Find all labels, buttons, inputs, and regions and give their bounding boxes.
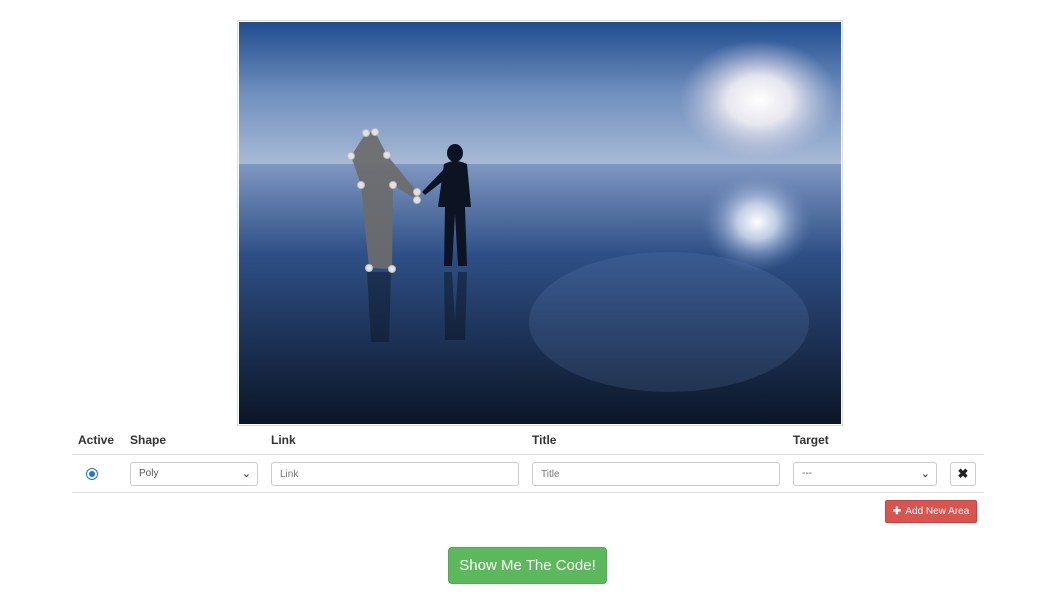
chevron-down-icon: ⌄ <box>920 468 930 480</box>
target-select[interactable]: --- ⌄ <box>793 462 937 486</box>
areas-table: Active Shape Link Title Target Poly ⌄ --… <box>72 429 984 493</box>
glare <box>529 252 809 392</box>
show-code-button[interactable]: Show Me The Code! <box>448 547 607 584</box>
active-radio[interactable] <box>86 468 98 480</box>
header-title: Title <box>532 433 557 447</box>
header-target: Target <box>793 433 829 447</box>
title-input[interactable] <box>532 462 780 486</box>
image-map-canvas[interactable] <box>237 20 843 426</box>
shape-select-value: Poly <box>139 468 159 479</box>
delete-area-button[interactable]: ✖ <box>950 462 976 486</box>
add-new-area-label: Add New Area <box>905 506 970 517</box>
sun <box>679 40 839 160</box>
header-active: Active <box>78 433 115 447</box>
header-link: Link <box>271 433 296 447</box>
target-select-value: --- <box>802 468 812 479</box>
photo[interactable] <box>239 22 841 424</box>
plus-icon: ✚ <box>892 506 902 517</box>
chevron-down-icon: ⌄ <box>241 468 251 480</box>
show-code-label: Show Me The Code! <box>459 557 596 574</box>
table-row: Poly ⌄ --- ⌄ ✖ <box>72 455 984 493</box>
add-new-area-button[interactable]: ✚ Add New Area <box>885 500 977 523</box>
header-shape: Shape <box>130 433 167 447</box>
shape-select[interactable]: Poly ⌄ <box>130 462 258 486</box>
highlighted-person-reflection <box>367 272 391 342</box>
table-header: Active Shape Link Title Target <box>72 429 984 455</box>
link-input[interactable] <box>271 462 519 486</box>
close-icon: ✖ <box>957 466 969 481</box>
